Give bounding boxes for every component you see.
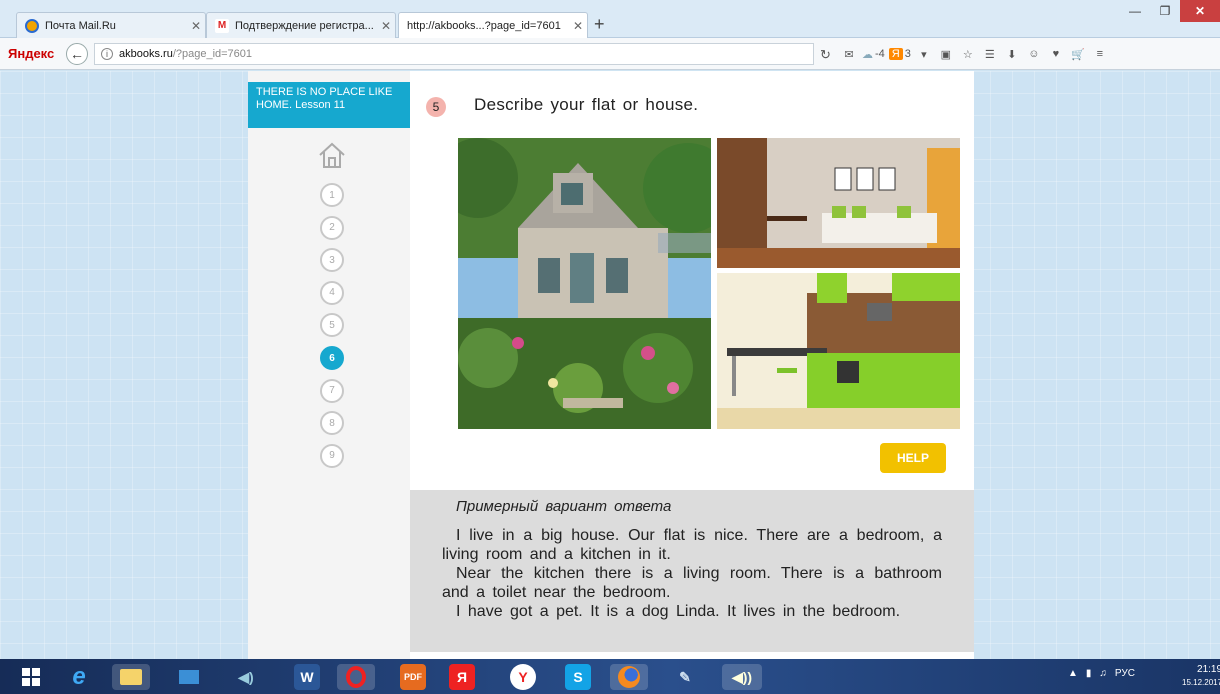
close-window-button[interactable]: ✕ (1180, 0, 1220, 22)
menu-icon[interactable]: ≡ (1091, 45, 1109, 63)
file-explorer-icon[interactable] (112, 664, 150, 690)
lesson-item-7[interactable]: 7 (320, 378, 344, 403)
address-bar[interactable]: i akbooks.ru/?page_id=7601 (94, 43, 814, 65)
gmail-icon: M (215, 18, 229, 33)
network-icon[interactable]: ▮ (1086, 668, 1092, 679)
close-icon[interactable]: ✕ (569, 19, 587, 33)
cloud-icon: ☁ (862, 48, 873, 61)
weather-widget[interactable]: ☁ -4 (862, 45, 885, 63)
yandex-browser-icon[interactable]: Y (510, 664, 536, 690)
download-icon[interactable]: ⬇ (1003, 45, 1021, 63)
system-tray: ▲ ▮ ♫ РУС (1068, 668, 1135, 679)
home-icon[interactable] (316, 140, 348, 170)
dropdown-icon[interactable]: ▾ (915, 45, 933, 63)
tab-title: Подтверждение регистра... (235, 19, 374, 32)
firefox-icon[interactable] (610, 664, 648, 690)
answer-paragraph: I have got a pet. It is a dog Linda. It … (456, 603, 901, 620)
word-icon[interactable]: W (294, 664, 320, 690)
toolbar-icons: ✉ ☁ -4 Я3 ▾ ▣ ☆ ☰ ⬇ ☺ ♥ 🛒 ≡ (840, 45, 1109, 63)
tab-mail[interactable]: Почта Mail.Ru ✕ (16, 12, 206, 38)
badge-count: 3 (904, 48, 911, 60)
new-tab-button[interactable]: + (594, 14, 605, 35)
exercise-number: 5 (426, 97, 446, 117)
kitchen-photo (717, 273, 960, 429)
chat-icon[interactable]: ☺ (1025, 45, 1043, 63)
answer-title: Примерный вариант ответа (456, 498, 672, 515)
paint-icon[interactable]: ✎ (672, 664, 698, 690)
notifications-widget[interactable]: Я3 (888, 45, 911, 63)
mail-icon (25, 18, 39, 33)
yandex-icon[interactable]: Я (449, 664, 475, 690)
bookmark-panel-icon[interactable]: ▣ (937, 45, 955, 63)
lesson-item-9[interactable]: 9 (320, 443, 344, 468)
clock-time: 21:19 (1197, 664, 1220, 675)
yandex-logo[interactable]: Яндекс (8, 46, 54, 61)
browser-tab-bar: Почта Mail.Ru ✕ M Подтверждение регистра… (0, 0, 1220, 39)
tray-expand-icon[interactable]: ▲ (1068, 668, 1078, 679)
tab-registration[interactable]: M Подтверждение регистра... ✕ (206, 12, 396, 38)
maximize-button[interactable]: ❐ (1150, 0, 1180, 22)
lesson-item-4[interactable]: 4 (320, 280, 344, 305)
weather-temp: -4 (875, 48, 885, 60)
house-exterior-photo (458, 138, 711, 429)
language-indicator[interactable]: РУС (1115, 668, 1135, 679)
info-icon[interactable]: i (101, 48, 113, 60)
lesson-item-6[interactable]: 6 (320, 346, 344, 370)
reading-list-icon[interactable]: ☰ (981, 45, 999, 63)
reload-icon[interactable]: ↻ (820, 47, 831, 63)
mail-icon[interactable]: ✉ (840, 45, 858, 63)
minimize-button[interactable]: — (1120, 0, 1150, 22)
speaker-icon[interactable]: ♫ (1099, 668, 1107, 679)
lesson-item-8[interactable]: 8 (320, 411, 344, 436)
task-text: Describe your flat or house. (474, 95, 699, 114)
tab-akbooks[interactable]: http://akbooks...?page_id=7601 ✕ (398, 12, 588, 39)
answer-text: I live in a big house. Our flat is nice.… (442, 526, 942, 621)
tab-title: http://akbooks...?page_id=7601 (407, 20, 561, 32)
mail-app-icon[interactable] (176, 664, 202, 690)
window-controls: — ❐ ✕ (1120, 0, 1220, 22)
lesson-item-1[interactable]: 1 (320, 183, 344, 207)
lesson-title[interactable]: THERE IS NO PLACE LIKE HOME. Lesson 11 (248, 82, 410, 128)
skype-icon[interactable]: S (565, 664, 591, 690)
volume-app-icon[interactable]: ◀)) (722, 664, 762, 690)
close-icon[interactable]: ✕ (377, 19, 395, 33)
cart-icon[interactable]: 🛒 (1069, 45, 1087, 63)
star-icon[interactable]: ☆ (959, 45, 977, 63)
close-icon[interactable]: ✕ (187, 19, 205, 33)
opera-icon[interactable] (337, 664, 375, 690)
tab-title: Почта Mail.Ru (45, 19, 116, 32)
lesson-item-3[interactable]: 3 (320, 248, 344, 273)
internet-explorer-icon[interactable]: e (66, 663, 92, 690)
navigation-bar: Яндекс ← i akbooks.ru/?page_id=7601 ↻ ✉ … (0, 38, 1220, 70)
pocket-icon[interactable]: ♥ (1047, 45, 1065, 63)
help-button[interactable]: HELP (880, 443, 946, 473)
windows-start-icon[interactable] (18, 664, 44, 690)
system-clock[interactable]: 21:19 15.12.2017 (1182, 663, 1220, 689)
pdf-icon[interactable]: PDF (400, 664, 426, 690)
url-host: akbooks.ru (119, 48, 173, 60)
back-button[interactable]: ← (66, 43, 88, 65)
media-player-icon[interactable]: ◀) (233, 664, 259, 690)
answer-paragraph: Near the kitchen there is a living room.… (442, 565, 942, 601)
clock-date: 15.12.2017 (1182, 678, 1220, 687)
url-path: /?page_id=7601 (172, 48, 253, 60)
answer-paragraph: I live in a big house. Our flat is nice.… (442, 527, 942, 563)
lesson-item-2[interactable]: 2 (320, 215, 344, 240)
living-room-photo (717, 138, 960, 268)
yandex-badge-icon: Я (888, 48, 903, 60)
